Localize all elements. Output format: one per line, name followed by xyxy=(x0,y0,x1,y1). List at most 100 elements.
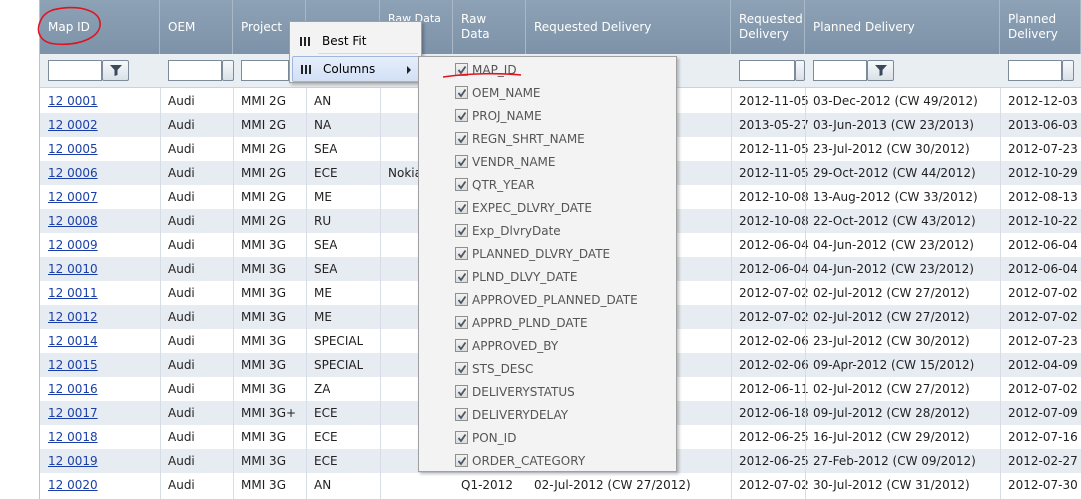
cell-map-id[interactable]: 12 0005 xyxy=(48,137,98,161)
cell-planned-delivery: 23-Jul-2012 (CW 30/2012) xyxy=(813,142,970,156)
cell-map-id[interactable]: 12 0007 xyxy=(48,185,98,209)
cell-map-id[interactable]: 12 0019 xyxy=(48,449,98,473)
menu-item-columns[interactable]: Columns xyxy=(292,56,420,82)
column-option[interactable]: MAP_ID xyxy=(455,58,517,81)
cell-region: SEA xyxy=(314,262,338,276)
cell-map-id[interactable]: 12 0016 xyxy=(48,377,98,401)
checkbox-checked-icon[interactable] xyxy=(455,178,468,191)
column-option[interactable]: Exp_DlvryDate xyxy=(455,219,561,242)
checkbox-checked-icon[interactable] xyxy=(455,224,468,237)
cell-map-id[interactable]: 12 0014 xyxy=(48,329,98,353)
cell-map-id[interactable]: 12 0011 xyxy=(48,281,98,305)
cell-planned-delivery-date: 2012-02-27 xyxy=(1008,454,1078,468)
column-option[interactable]: OEM_NAME xyxy=(455,81,541,104)
checkbox-checked-icon[interactable] xyxy=(455,270,468,283)
cell-map-id[interactable]: 12 0012 xyxy=(48,305,98,329)
filter-input-project[interactable] xyxy=(241,60,289,81)
checkbox-checked-icon[interactable] xyxy=(455,155,468,168)
cell-region: NA xyxy=(314,118,332,132)
column-option[interactable]: APPROVED_PLANNED_DATE xyxy=(455,288,638,311)
checkbox-checked-icon[interactable] xyxy=(455,109,468,122)
column-option-label: STS_DESC xyxy=(472,361,534,376)
checkbox-checked-icon[interactable] xyxy=(455,385,468,398)
filter-button-planned-delivery[interactable] xyxy=(867,60,894,81)
cell-requested-delivery: 02-Jul-2012 (CW 27/2012) xyxy=(534,478,691,492)
cell-requested-delivery-date: 2012-06-11 xyxy=(739,382,809,396)
cell-map-id[interactable]: 12 0017 xyxy=(48,401,98,425)
column-option-label: Exp_DlvryDate xyxy=(472,223,561,238)
header-requested-delivery-date[interactable]: Requested Delivery xyxy=(731,0,805,54)
filter-input-oem[interactable] xyxy=(168,60,222,81)
filter-button-map-id[interactable] xyxy=(102,60,129,81)
cell-map-id[interactable]: 12 0006 xyxy=(48,161,98,185)
cell-map-id[interactable]: 12 0018 xyxy=(48,425,98,449)
checkbox-checked-icon[interactable] xyxy=(455,454,468,467)
cell-map-id[interactable]: 12 0010 xyxy=(48,257,98,281)
checkbox-checked-icon[interactable] xyxy=(455,63,468,76)
column-option[interactable]: APPRD_PLND_DATE xyxy=(455,311,588,334)
column-option[interactable]: DELIVERYSTATUS xyxy=(455,380,575,403)
table-row[interactable]: 12 0020 Audi MMI 3G AN Q1-2012 02-Jul-2012 (C… xyxy=(40,473,1081,497)
header-map-id-label: Map ID xyxy=(48,19,90,34)
filter-button-oem[interactable] xyxy=(222,60,234,81)
column-divider xyxy=(160,88,161,499)
column-option[interactable]: APPROVED_BY xyxy=(455,334,558,357)
checkbox-checked-icon[interactable] xyxy=(455,316,468,329)
filter-button-requested-delivery-date[interactable] xyxy=(795,60,805,81)
header-raw-data[interactable]: Raw Data xyxy=(453,0,526,54)
cell-map-id[interactable]: 12 0008 xyxy=(48,209,98,233)
header-oem[interactable]: OEM xyxy=(160,0,233,54)
checkbox-checked-icon[interactable] xyxy=(455,132,468,145)
menu-separator xyxy=(318,53,418,54)
filter-button-planned-delivery-date[interactable] xyxy=(1062,60,1074,81)
cell-region: SEA xyxy=(314,238,338,252)
cell-map-id[interactable]: 12 0009 xyxy=(48,233,98,257)
cell-vendor: Nokia xyxy=(388,166,422,180)
column-option-label: PON_ID xyxy=(472,430,517,445)
header-map-id[interactable]: Map ID xyxy=(40,0,160,54)
cell-map-id[interactable]: 12 0020 xyxy=(48,473,98,497)
column-option[interactable]: DELIVERYDELAY xyxy=(455,403,568,426)
column-option[interactable]: PLANNED_DLVRY_DATE xyxy=(455,242,610,265)
column-option[interactable]: STS_DESC xyxy=(455,357,533,380)
filter-input-planned-delivery-date[interactable] xyxy=(1008,60,1062,81)
cell-project: MMI 2G xyxy=(241,190,286,204)
checkbox-checked-icon[interactable] xyxy=(455,293,468,306)
menu-item-best-fit[interactable]: Best Fit xyxy=(292,28,420,54)
cell-project: MMI 3G xyxy=(241,286,286,300)
checkbox-checked-icon[interactable] xyxy=(455,362,468,375)
column-option[interactable]: VENDR_NAME xyxy=(455,150,555,173)
cell-region: ECE xyxy=(314,454,338,468)
submenu-arrow-icon xyxy=(407,66,411,74)
column-option[interactable]: PROJ_NAME xyxy=(455,104,542,127)
column-option-label: MAP_ID xyxy=(472,62,517,77)
cell-planned-delivery-date: 2012-07-02 xyxy=(1008,310,1078,324)
cell-map-id[interactable]: 12 0001 xyxy=(48,89,98,113)
header-planned-delivery[interactable]: Planned Delivery xyxy=(805,0,1000,54)
column-option[interactable]: PLND_DLVY_DATE xyxy=(455,265,578,288)
checkbox-checked-icon[interactable] xyxy=(455,247,468,260)
cell-project: MMI 3G xyxy=(241,310,286,324)
column-option[interactable]: EXPEC_DLVRY_DATE xyxy=(455,196,592,219)
checkbox-checked-icon[interactable] xyxy=(455,431,468,444)
checkbox-checked-icon[interactable] xyxy=(455,201,468,214)
column-option[interactable]: PON_ID xyxy=(455,426,516,449)
cell-requested-delivery-date: 2012-06-25 xyxy=(739,454,809,468)
checkbox-checked-icon[interactable] xyxy=(455,408,468,421)
cell-region: ECE xyxy=(314,166,338,180)
column-option[interactable]: QTR_YEAR xyxy=(455,173,535,196)
filter-input-requested-delivery-date[interactable] xyxy=(739,60,795,81)
checkbox-checked-icon[interactable] xyxy=(455,339,468,352)
cell-map-id[interactable]: 12 0002 xyxy=(48,113,98,137)
checkbox-checked-icon[interactable] xyxy=(455,86,468,99)
filter-input-map-id[interactable] xyxy=(48,60,102,81)
header-planned-delivery-date[interactable]: Planned Delivery xyxy=(1000,0,1081,54)
filter-input-planned-delivery[interactable] xyxy=(813,60,867,81)
header-requested-delivery[interactable]: Requested Delivery xyxy=(526,0,731,54)
cell-requested-delivery-date: 2012-02-06 xyxy=(739,358,809,372)
column-option[interactable]: REGN_SHRT_NAME xyxy=(455,127,585,150)
header-requested-delivery-date-label: Requested Delivery xyxy=(739,12,803,41)
cell-map-id[interactable]: 12 0015 xyxy=(48,353,98,377)
cell-oem: Audi xyxy=(168,358,195,372)
column-option[interactable]: ORDER_CATEGORY xyxy=(455,449,585,472)
